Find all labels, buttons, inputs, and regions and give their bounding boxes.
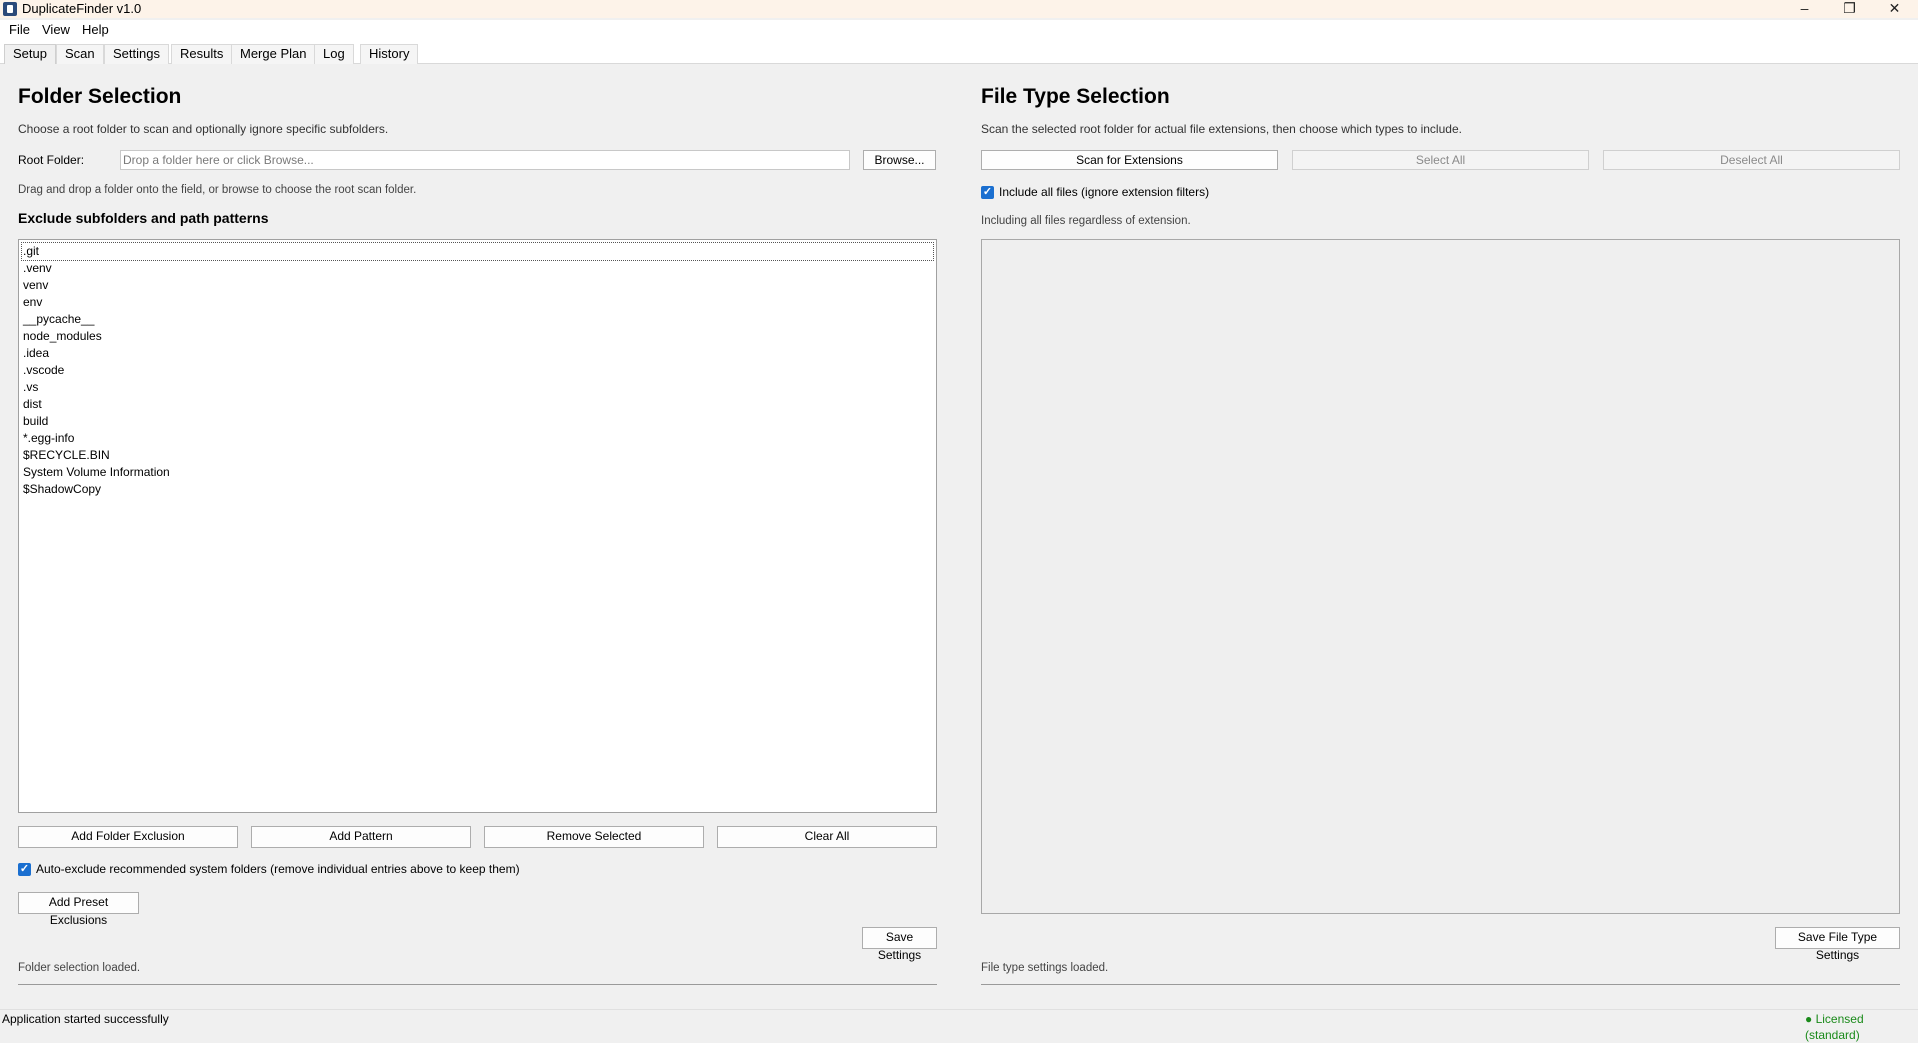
exclusion-item[interactable]: env [23,294,42,311]
exclusion-item[interactable]: venv [23,277,48,294]
file-type-separator [981,984,1900,985]
menu-help[interactable]: Help [82,22,109,38]
file-type-heading: File Type Selection [981,85,1170,108]
exclusion-item[interactable]: .idea [23,345,49,362]
exclusion-item[interactable]: .git [21,242,934,261]
tab-merge-plan[interactable]: Merge Plan [231,44,316,64]
tab-setup[interactable]: Setup [4,44,56,64]
exclusion-item[interactable]: build [23,413,48,430]
file-type-description: Scan the selected root folder for actual… [981,122,1462,136]
exclusion-item[interactable]: *.egg-info [23,430,74,447]
exclusion-item[interactable]: .vs [23,379,38,396]
menu-bar [0,20,1918,42]
status-bar [0,1009,1918,1029]
extension-list[interactable] [981,239,1900,914]
close-button[interactable]: ✕ [1872,0,1917,18]
exclude-heading: Exclude subfolders and path patterns [18,210,269,226]
tab-log[interactable]: Log [314,44,354,64]
license-status: ● Licensed (standard) [1805,1012,1864,1042]
exclusion-item[interactable]: $RECYCLE.BIN [23,447,110,464]
deselect-all-button[interactable]: Deselect All [1603,150,1900,170]
add-folder-exclusion-button[interactable]: Add Folder Exclusion [18,826,238,848]
menu-file[interactable]: File [9,22,30,38]
exclusion-item[interactable]: System Volume Information [23,464,170,481]
exclusion-list[interactable]: .git .venv venv env __pycache__ node_modules.… [18,239,937,813]
window-title: DuplicateFinder v1.0 [22,1,142,16]
browse-button[interactable]: Browse... [863,150,936,170]
root-folder-input[interactable]: Drop a folder here or click Browse... [120,150,850,170]
maximize-button[interactable]: ❐ [1827,0,1872,18]
clear-all-button[interactable]: Clear All [717,826,937,848]
auto-exclude-checkbox[interactable]: ✓ [18,863,31,876]
tab-settings[interactable]: Settings [104,44,169,64]
root-folder-hint: Drag and drop a folder onto the field, o… [18,184,417,196]
folder-selection-description: Choose a root folder to scan and optiona… [18,122,389,136]
auto-exclude-label: Auto-exclude recommended system folders … [36,862,520,876]
menu-view[interactable]: View [42,22,70,38]
remove-selected-button[interactable]: Remove Selected [484,826,704,848]
app-icon [3,2,17,16]
file-type-info: Including all files regardless of extens… [981,215,1191,227]
save-file-type-settings-button[interactable]: Save File Type Settings [1775,927,1900,962]
root-folder-label: Root Folder: [18,153,85,167]
folder-selection-heading: Folder Selection [18,85,182,108]
add-preset-exclusions-button[interactable]: Add Preset Exclusions [18,892,139,927]
exclusion-item[interactable]: dist [23,396,42,413]
tab-results[interactable]: Results [171,44,233,64]
title-bar [0,0,1918,18]
tab-history[interactable]: History [360,44,419,64]
scan-for-extensions-button[interactable]: Scan for Extensions [981,150,1278,170]
include-all-files-checkbox[interactable]: ✓ [981,186,994,199]
include-all-files-label: Include all files (ignore extension filt… [999,185,1210,199]
save-settings-button[interactable]: Save Settings [862,927,937,962]
folder-status-text: Folder selection loaded. [18,962,141,974]
minimize-button[interactable]: – [1782,0,1827,18]
exclusion-item[interactable]: __pycache__ [23,311,94,328]
status-message: Application started successfully [2,1012,169,1026]
exclusion-item[interactable]: .vscode [23,362,64,379]
select-all-button[interactable]: Select All [1292,150,1589,170]
exclusion-item[interactable]: $ShadowCopy [23,481,101,498]
tab-scan[interactable]: Scan [56,44,104,64]
file-type-status-text: File type settings loaded. [981,962,1109,974]
folder-separator [18,984,937,985]
exclusion-item[interactable]: node_modules [23,328,102,345]
exclusion-item[interactable]: .venv [23,260,52,277]
add-pattern-button[interactable]: Add Pattern [251,826,471,848]
